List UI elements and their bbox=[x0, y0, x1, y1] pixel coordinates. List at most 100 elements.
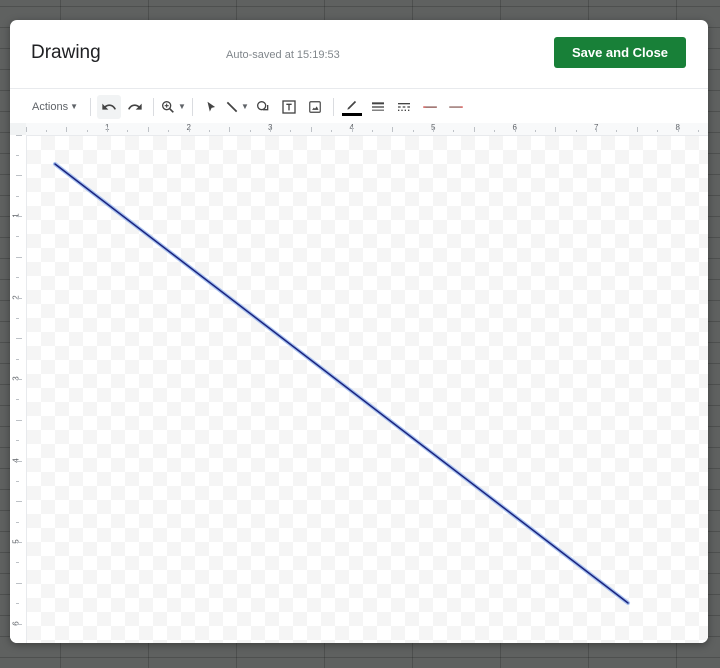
divider bbox=[191, 97, 193, 116]
divider bbox=[332, 97, 334, 116]
image-icon bbox=[309, 100, 321, 113]
ruler-tick bbox=[575, 130, 577, 132]
line-dash-icon bbox=[397, 102, 410, 111]
ruler-tick bbox=[16, 154, 19, 156]
ruler-tick bbox=[636, 127, 638, 132]
ruler-tick bbox=[45, 130, 47, 132]
ruler-tick bbox=[16, 562, 19, 564]
redo-icon bbox=[128, 103, 142, 110]
ruler-tick bbox=[147, 127, 149, 132]
ruler-tick bbox=[16, 480, 19, 482]
ruler-tick bbox=[290, 130, 292, 132]
ruler-tick bbox=[127, 130, 129, 132]
ruler-tick bbox=[433, 127, 434, 132]
ruler-tick bbox=[16, 358, 19, 360]
ruler-tick bbox=[16, 175, 22, 177]
actions-label: Actions bbox=[32, 100, 69, 113]
ruler-tick bbox=[16, 460, 22, 462]
line-weight-button[interactable] bbox=[366, 95, 390, 119]
ruler-tick bbox=[616, 130, 618, 132]
divider bbox=[153, 97, 154, 116]
drawing-dialog: Drawing Auto-saved at 15:19:53 Save and … bbox=[10, 20, 708, 643]
ruler-tick bbox=[697, 130, 699, 132]
chevron-down-icon: ▼ bbox=[240, 102, 249, 111]
line-dash-button[interactable] bbox=[392, 95, 416, 119]
ruler-tick bbox=[494, 130, 496, 132]
ruler-tick bbox=[16, 379, 22, 380]
ruler-tick bbox=[677, 127, 679, 132]
chevron-down-icon: ▼ bbox=[70, 102, 78, 111]
chevron-down-icon: ▼ bbox=[178, 102, 186, 111]
line-start-button[interactable] bbox=[418, 95, 442, 119]
ruler-tick bbox=[16, 216, 22, 217]
shape-icon bbox=[256, 100, 269, 110]
ruler-tick bbox=[453, 130, 455, 132]
ruler-tick bbox=[16, 297, 22, 299]
line-button[interactable]: ▼ bbox=[225, 95, 249, 119]
zoom-icon bbox=[162, 100, 174, 113]
ruler-tick bbox=[249, 130, 251, 132]
ruler-tick bbox=[596, 127, 597, 132]
ruler-tick bbox=[16, 542, 22, 543]
line-color-swatch bbox=[341, 112, 362, 116]
ruler-tick bbox=[555, 127, 557, 132]
ruler-tick bbox=[16, 521, 19, 523]
ruler-tick bbox=[107, 127, 108, 132]
ruler-tick bbox=[208, 130, 210, 132]
ruler-tick bbox=[16, 338, 22, 340]
ruler-tick bbox=[16, 399, 19, 401]
line-start-icon bbox=[423, 105, 437, 108]
ruler-tick bbox=[168, 130, 170, 132]
toolbar: Actions ▼ ▼ ▼ bbox=[10, 88, 708, 124]
line-weight-icon bbox=[371, 101, 384, 111]
ruler-tick bbox=[229, 127, 231, 132]
undo-button[interactable] bbox=[97, 94, 121, 119]
shape-button[interactable] bbox=[251, 95, 275, 119]
text-box-icon bbox=[282, 99, 296, 114]
line-end-icon bbox=[449, 105, 463, 108]
vertical-ruler: 123456 bbox=[10, 134, 27, 643]
ruler-tick bbox=[25, 127, 27, 132]
line-color-icon bbox=[347, 100, 357, 110]
ruler-tick bbox=[16, 317, 19, 319]
ruler-corner bbox=[10, 123, 26, 135]
ruler-tick bbox=[514, 127, 516, 132]
canvas-layer bbox=[53, 162, 630, 605]
ruler-tick bbox=[16, 623, 22, 625]
ruler-tick bbox=[16, 501, 22, 503]
line-color-button[interactable] bbox=[340, 95, 364, 119]
ruler-tick bbox=[16, 582, 22, 584]
ruler-tick bbox=[86, 130, 88, 132]
ruler-tick bbox=[16, 236, 19, 238]
ruler-tick bbox=[16, 603, 19, 605]
drawing-canvas[interactable] bbox=[27, 136, 708, 643]
ruler-tick bbox=[16, 277, 19, 279]
ruler-tick bbox=[473, 127, 475, 132]
ruler-tick bbox=[16, 419, 22, 421]
image-button[interactable] bbox=[303, 95, 327, 119]
ruler-tick bbox=[412, 130, 414, 132]
horizontal-ruler: 12345678 bbox=[25, 123, 708, 136]
line-end-button[interactable] bbox=[444, 95, 468, 119]
autosave-status: Auto-saved at 15:19:53 bbox=[226, 49, 340, 61]
actions-menu[interactable]: Actions ▼ bbox=[26, 95, 84, 119]
undo-icon bbox=[102, 103, 116, 110]
dialog-title: Drawing bbox=[31, 42, 101, 63]
ruler-tick bbox=[16, 134, 22, 136]
ruler-tick bbox=[16, 440, 19, 442]
redo-button[interactable] bbox=[123, 95, 147, 119]
select-button[interactable] bbox=[199, 95, 223, 119]
text-box-button[interactable] bbox=[277, 95, 301, 119]
ruler-tick bbox=[16, 256, 22, 258]
ruler-tick bbox=[331, 130, 333, 132]
ruler-tick bbox=[188, 127, 190, 132]
ruler-tick bbox=[270, 127, 271, 132]
zoom-button[interactable]: ▼ bbox=[160, 95, 186, 119]
ruler-tick bbox=[310, 127, 312, 132]
ruler-tick bbox=[657, 130, 659, 132]
line-shape[interactable] bbox=[54, 163, 629, 604]
ruler-tick bbox=[371, 130, 373, 132]
save-and-close-button[interactable]: Save and Close bbox=[554, 37, 686, 68]
ruler-tick bbox=[534, 130, 536, 132]
ruler-tick bbox=[351, 127, 353, 132]
